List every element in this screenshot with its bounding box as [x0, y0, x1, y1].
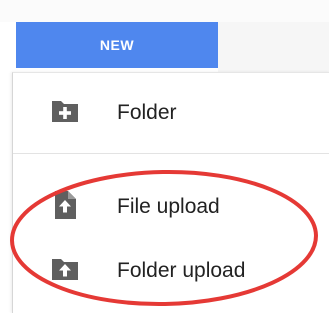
menu-item-label: Folder upload — [117, 259, 246, 282]
new-button[interactable]: NEW — [16, 22, 218, 68]
folder-upload-icon — [50, 254, 80, 284]
top-strip — [0, 0, 329, 22]
menu-divider — [13, 153, 329, 154]
file-upload-icon — [50, 190, 80, 220]
toolbar-background — [218, 22, 329, 72]
menu-item-folder[interactable]: Folder — [12, 90, 329, 138]
menu-item-folder-upload[interactable]: Folder upload — [12, 248, 329, 296]
menu-item-label: Folder — [117, 101, 177, 124]
folder-plus-icon — [50, 96, 80, 126]
menu-item-file-upload[interactable]: File upload — [12, 184, 329, 232]
menu-item-label: File upload — [117, 195, 220, 218]
